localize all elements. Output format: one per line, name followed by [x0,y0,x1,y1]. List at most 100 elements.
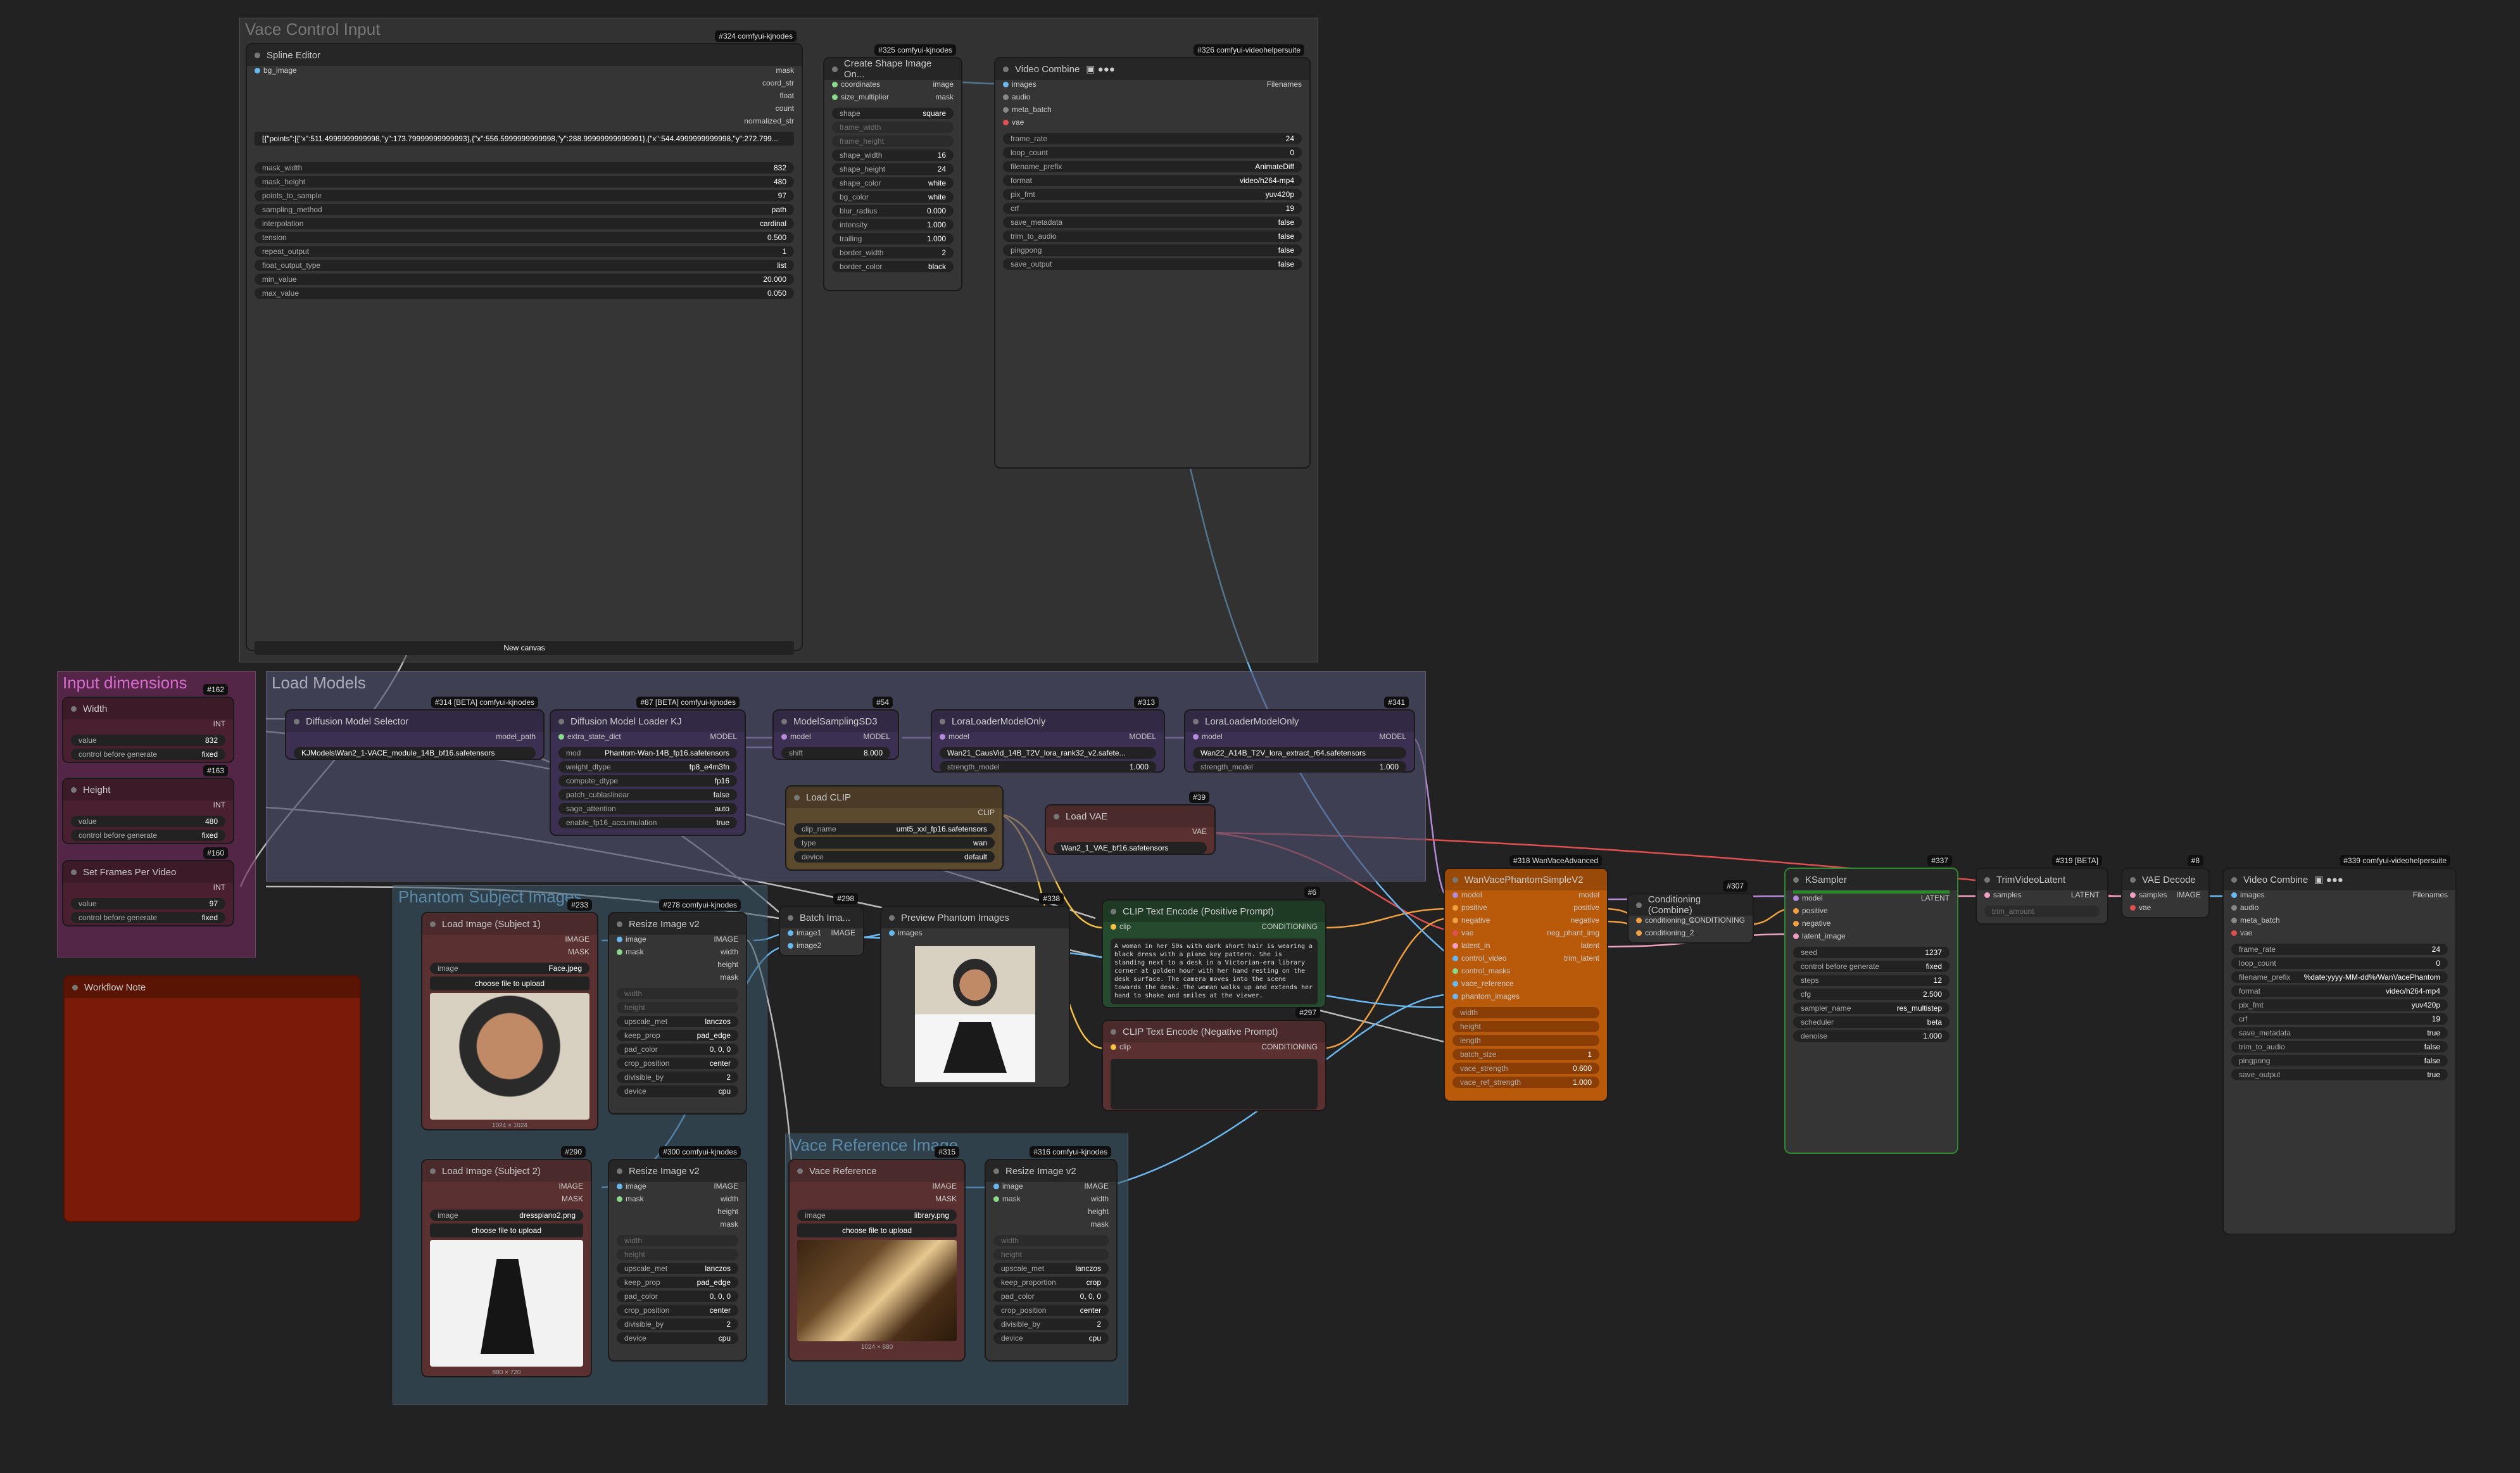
input-slot[interactable]: vae [2231,928,2252,937]
widget[interactable]: frame_rate 24 [1003,133,1302,144]
widget[interactable]: length [1452,1035,1599,1046]
toggle[interactable]: save_output false [1003,258,1302,270]
widget[interactable]: width [617,988,738,999]
widget[interactable]: sampler_name res_multistep [1793,1002,1950,1014]
collapse-dot[interactable] [1452,876,1458,883]
input-slot[interactable]: model [1193,732,1223,741]
node-load-clip[interactable]: Load CLIP CLIP clip_name umt5_xxl_fp16.sa… [785,785,1004,871]
widget[interactable]: trim_amount [1984,906,2100,917]
widget[interactable]: seed 1237 [1793,947,1950,958]
widget[interactable]: crop_position center [617,1058,738,1069]
output-slot[interactable]: LATENT [2071,890,2100,899]
input-slot[interactable]: coordinates [832,80,880,89]
output-slot[interactable]: INT [213,883,225,892]
widget[interactable]: KJModels\Wan2_1-VACE_module_14B_bf16.saf… [294,747,536,759]
input-slot[interactable]: mask [617,947,644,956]
collapse-dot[interactable] [889,914,895,921]
widget[interactable]: mod Phantom-Wan-14B_fp16.safetensors [558,747,737,759]
input-slot[interactable]: image [617,935,646,944]
widget[interactable]: frame_height [832,136,954,147]
node-frames-per-video[interactable]: #160 Set Frames Per Video INT value 97 co… [62,847,234,926]
input-slot[interactable]: vae [1003,118,1024,127]
widget[interactable]: pix_fmt yuv420p [1003,189,1302,200]
output-slot[interactable]: negative [1571,916,1599,925]
widget[interactable]: filename_prefix AnimateDiff [1003,161,1302,172]
widget[interactable]: crf 19 [2231,1013,2448,1025]
widget[interactable]: loop_count 0 [2231,958,2448,969]
widget[interactable]: value 480 [71,816,225,827]
output-slot[interactable]: positive [1573,903,1599,912]
input-slot[interactable]: negative [1452,916,1490,925]
node-diffusion-model-loader[interactable]: #87 [BETA] comfyui-kjnodes Diffusion Mod… [550,697,746,836]
widget[interactable]: pad_color 0, 0, 0 [617,1044,738,1055]
new-canvas-button[interactable]: New canvas [255,641,794,655]
widget[interactable]: scheduler beta [1793,1016,1950,1028]
collapse-dot[interactable] [1111,908,1116,914]
widget[interactable]: vace_ref_strength 1.000 [1452,1077,1599,1088]
widget[interactable]: strength_model 1.000 [940,761,1156,773]
input-slot[interactable]: negative [1793,919,1830,928]
widget[interactable]: height [993,1249,1109,1260]
input-slot[interactable]: samples [2130,890,2167,899]
widget[interactable]: width [617,1235,738,1246]
widget[interactable]: shape_color white [832,177,954,189]
collapse-dot[interactable] [1111,1028,1116,1035]
widget[interactable]: max_value 0.050 [255,288,794,299]
node-wan-vace-phantom[interactable]: #318 WanVaceAdvanced WanVacePhantomSimpl… [1444,855,1608,1102]
widget[interactable]: mask_width 832 [255,162,794,174]
input-slot[interactable]: images [889,928,923,937]
output-slot[interactable]: IMAGE [558,1182,583,1191]
widget[interactable]: frame_rate 24 [2231,944,2448,955]
node-resize-image-2[interactable]: #300 comfyui-kjnodes Resize Image v2 ima… [608,1146,747,1362]
node-video-combine-preview[interactable]: #326 comfyui-videohelpersuite Video Comb… [994,44,1311,469]
collapse-dot[interactable] [255,52,260,58]
widget[interactable]: compute_dtype fp16 [558,775,737,787]
node-load-image-subject-1[interactable]: #233 Load Image (Subject 1) IMAGE MASK i… [421,899,598,1130]
node-lora-loader-2[interactable]: #341 LoraLoaderModelOnly model MODEL Wan2… [1184,697,1415,773]
widget[interactable]: keep_prop pad_edge [617,1030,738,1041]
output-slot[interactable]: MASK [935,1194,957,1203]
widget[interactable]: pad_color 0, 0, 0 [993,1291,1109,1302]
input-slot[interactable]: latent_in [1452,941,1490,950]
input-slot[interactable]: bg_image [255,66,297,75]
output-slot[interactable]: CONDITIONING [1261,922,1318,931]
node-height[interactable]: #163 Height INT value 480 control before … [62,765,234,844]
widget[interactable]: crf 19 [1003,203,1302,214]
output-slot[interactable]: mask [935,92,954,101]
widget[interactable]: control before generate fixed [71,912,225,923]
collapse-dot[interactable] [2130,876,2136,883]
widget[interactable]: keep_prop pad_edge [617,1277,738,1288]
output-slot[interactable]: CLIP [978,808,995,817]
collapse-dot[interactable] [72,984,78,990]
node-resize-image-1[interactable]: #278 comfyui-kjnodes Resize Image v2 ima… [608,899,747,1115]
widget[interactable]: sampling_method path [255,204,794,215]
output-slot[interactable]: INT [213,719,225,728]
collapse-dot[interactable] [1003,66,1009,72]
node-resize-image-3[interactable]: #316 comfyui-kjnodes Resize Image v2 ima… [985,1146,1118,1362]
widget[interactable]: height [1452,1021,1599,1032]
output-slot[interactable]: Filenames [1267,80,1302,89]
output-slot[interactable]: Filenames [2413,890,2448,899]
widget[interactable]: border_width 2 [832,247,954,258]
output-slot[interactable]: height [717,1207,738,1216]
node-diffusion-model-selector[interactable]: #314 [BETA] comfyui-kjnodes Diffusion Mo… [285,697,545,760]
output-slot[interactable]: IMAGE [2176,890,2201,899]
input-slot[interactable]: positive [1452,903,1487,912]
node-preview-phantom[interactable]: #338 Preview Phantom Images images [880,893,1070,1088]
input-slot[interactable]: latent_image [1793,932,1846,940]
collapse-dot[interactable] [71,869,77,875]
input-slot[interactable]: images [1003,80,1036,89]
collapse-dot[interactable] [617,1168,622,1174]
output-slot[interactable]: coord_str [762,79,794,87]
node-model-sampling-sd3[interactable]: #54 ModelSamplingSD3 model MODEL shift 8.0… [772,697,899,760]
toggle[interactable]: pingpong false [1003,244,1302,256]
input-slot[interactable]: clip [1111,1042,1131,1051]
node-vace-reference[interactable]: #315 Vace Reference IMAGE MASK image libr… [788,1146,966,1362]
widget[interactable]: repeat_output 1 [255,246,794,257]
widget[interactable]: value 97 [71,898,225,909]
widget[interactable]: steps 12 [1793,975,1950,986]
widget[interactable]: min_value 20.000 [255,274,794,285]
widget[interactable]: batch_size 1 [1452,1049,1599,1060]
collapse-dot[interactable] [558,718,564,724]
output-slot[interactable]: mask [776,66,794,75]
